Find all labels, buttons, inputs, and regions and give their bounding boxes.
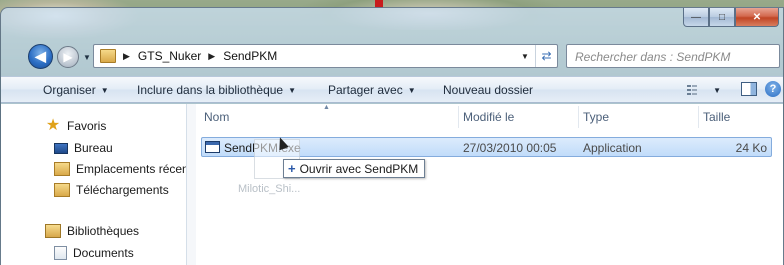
address-bar[interactable]: ▶ GTS_Nuker ▶ SendPKM ▼ ⇄ xyxy=(93,44,558,68)
change-view-button[interactable]: ▼ xyxy=(687,82,721,98)
sidebar-item-label: Documents xyxy=(73,246,134,260)
sidebar-item-label: Téléchargements xyxy=(76,183,169,197)
share-with-button[interactable]: Partager avec ▼ xyxy=(328,83,416,97)
sidebar-item-label: Favoris xyxy=(67,119,107,133)
breadcrumb-separator-icon[interactable]: ▶ xyxy=(123,51,130,62)
chevron-down-icon: ▼ xyxy=(100,86,109,95)
folder-icon xyxy=(100,49,116,63)
include-library-label: Inclure dans la bibliothèque xyxy=(137,83,284,97)
share-with-label: Partager avec xyxy=(328,83,403,97)
breadcrumb-gts-nuker[interactable]: GTS_Nuker xyxy=(138,49,201,63)
libraries-icon xyxy=(45,224,61,238)
sidebar-item-label: Bureau xyxy=(74,141,113,155)
command-bar: Organiser ▼ Inclure dans la bibliothèque ▼… xyxy=(1,76,783,103)
sidebar-item-libraries[interactable]: Bibliothèques xyxy=(45,222,139,240)
plus-icon: + xyxy=(288,161,296,176)
column-divider[interactable] xyxy=(458,106,459,128)
desktop-icon xyxy=(54,142,68,154)
file-size: 24 Ko xyxy=(735,141,767,155)
documents-icon xyxy=(54,246,67,260)
column-divider[interactable] xyxy=(698,106,699,128)
column-header-row: ▲ Nom Modifié le Type Taille xyxy=(196,104,783,130)
minimize-button[interactable]: — xyxy=(683,8,709,27)
navigation-pane: ★ Favoris Bureau Emplacements récents Té… xyxy=(1,104,187,265)
application-icon xyxy=(205,141,220,153)
breadcrumb-separator-icon[interactable]: ▶ xyxy=(208,51,215,62)
forward-arrow-icon: ▶ xyxy=(63,50,73,64)
back-arrow-icon: ◀ xyxy=(35,48,46,64)
close-button[interactable]: ✕ xyxy=(735,8,779,27)
breadcrumb-sendpkm[interactable]: SendPKM xyxy=(223,49,277,63)
search-placeholder: Rechercher dans : SendPKM xyxy=(575,50,731,64)
include-library-button[interactable]: Inclure dans la bibliothèque ▼ xyxy=(137,83,296,97)
sidebar-item-label: Emplacements récents xyxy=(76,162,187,176)
file-modified: 27/03/2010 00:05 xyxy=(463,141,557,155)
help-icon[interactable]: ? xyxy=(765,81,781,97)
chevron-down-icon: ▼ xyxy=(713,85,721,95)
chevron-down-icon: ▼ xyxy=(288,86,297,95)
column-modified[interactable]: Modifié le xyxy=(463,110,514,124)
organize-button[interactable]: Organiser ▼ xyxy=(43,83,109,97)
maximize-button[interactable]: □ xyxy=(709,8,735,27)
sidebar-item-recent-places[interactable]: Emplacements récents xyxy=(54,160,187,178)
sidebar-item-label: Bibliothèques xyxy=(67,224,140,238)
address-dropdown-icon[interactable]: ▼ xyxy=(517,45,533,67)
caption-buttons: — □ ✕ xyxy=(683,8,779,27)
forward-button[interactable]: ▶ xyxy=(57,46,79,68)
sidebar-item-desktop[interactable]: Bureau xyxy=(54,139,113,157)
sidebar-item-documents[interactable]: Documents xyxy=(54,244,134,262)
new-folder-label: Nouveau dossier xyxy=(443,83,534,97)
organize-label: Organiser xyxy=(43,83,96,97)
history-dropdown-icon[interactable]: ▼ xyxy=(83,53,91,62)
downloads-icon xyxy=(54,183,70,197)
preview-pane-icon[interactable] xyxy=(741,82,757,96)
star-icon: ★ xyxy=(45,117,61,134)
drop-tooltip-label: Ouvrir avec SendPKM xyxy=(299,161,419,176)
recent-places-icon xyxy=(54,162,70,176)
new-folder-button[interactable]: Nouveau dossier xyxy=(443,83,533,97)
column-divider[interactable] xyxy=(578,106,579,128)
drag-ghost-label: Milotic_Shi... xyxy=(238,183,301,195)
file-type: Application xyxy=(583,141,642,155)
column-type[interactable]: Type xyxy=(583,110,609,124)
navigation-pane-divider[interactable] xyxy=(187,104,196,265)
sidebar-item-downloads[interactable]: Téléchargements xyxy=(54,181,169,199)
chevron-down-icon: ▼ xyxy=(407,86,416,95)
search-input[interactable]: Rechercher dans : SendPKM xyxy=(566,44,780,68)
sidebar-item-favorites[interactable]: ★ Favoris xyxy=(45,117,107,135)
sort-arrow-icon: ▲ xyxy=(323,104,330,111)
drop-tooltip: + Ouvrir avec SendPKM xyxy=(283,159,426,178)
back-button[interactable]: ◀ xyxy=(28,44,53,69)
column-name[interactable]: Nom xyxy=(204,110,229,124)
details-view-icon xyxy=(687,85,698,95)
column-size[interactable]: Taille xyxy=(703,110,730,124)
refresh-icon[interactable]: ⇄ xyxy=(535,45,557,67)
